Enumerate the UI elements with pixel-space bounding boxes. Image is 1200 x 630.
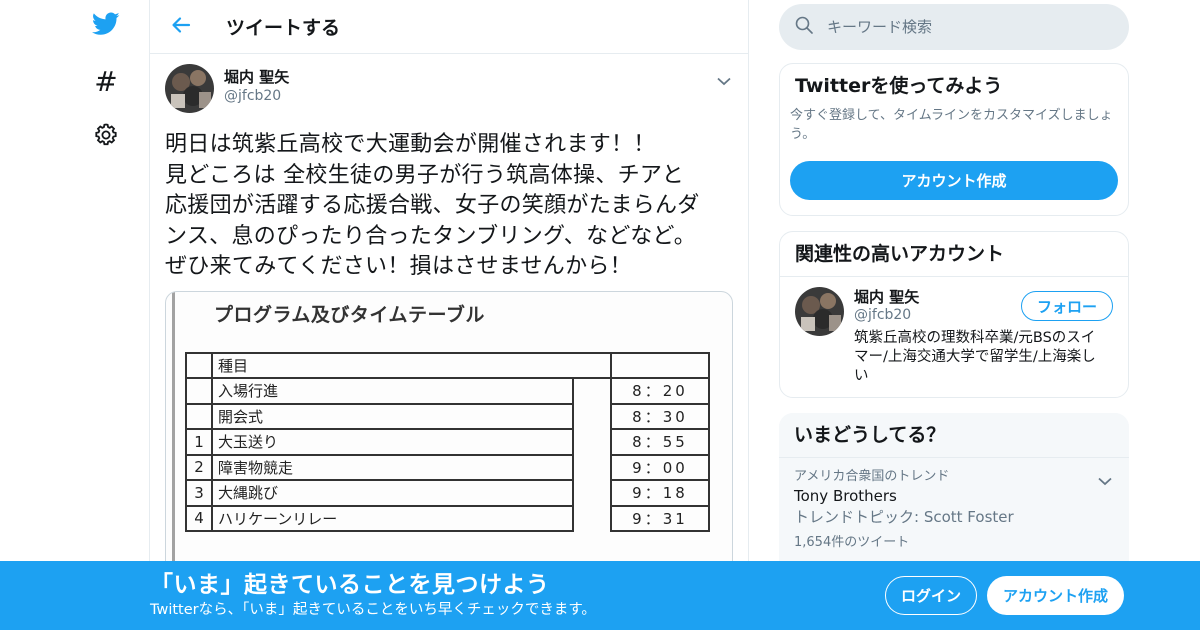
main-column: ツイートする 堀内 聖矢 @jfcb20 明日は筑紫丘高校で大運動会が開催されま… bbox=[149, 0, 749, 630]
follow-button[interactable]: フォロー bbox=[1021, 291, 1113, 321]
page-title: ツイートする bbox=[226, 17, 341, 39]
avatar[interactable] bbox=[795, 287, 844, 336]
related-account-name[interactable]: 堀内 聖矢 bbox=[854, 286, 919, 307]
tweet-text-line: 明日は筑紫丘高校で大運動会が開催されます！！ bbox=[165, 132, 656, 157]
timetable-title: プログラム及びタイムテーブル bbox=[214, 303, 485, 326]
tweet-text-line: ンス、息のぴったり合ったタンブリング、などなど。 bbox=[165, 223, 697, 249]
table-row: 1 大玉送り 8：55 bbox=[185, 428, 710, 456]
gear-icon bbox=[94, 123, 118, 151]
tweet-text-line: 見どころは 全校生徒の男子が行う筑高体操、チアと bbox=[165, 162, 685, 188]
author-info: 堀内 聖矢 @jfcb20 bbox=[224, 64, 289, 106]
signup-card-description: 今すぐ登録して、タイムラインをカスタマイズしましょう。 bbox=[790, 108, 1113, 142]
table-row: 開会式 8：30 bbox=[185, 402, 710, 430]
signup-button[interactable]: アカウント作成 bbox=[987, 576, 1124, 615]
chevron-down-icon bbox=[717, 71, 731, 90]
tweet-text-line: 応援団が活躍する応援合戦、女子の笑顔がたまらんダ bbox=[165, 193, 700, 218]
trends-title: いまどうしてる？ bbox=[779, 413, 1129, 457]
page: # ツイートする 堀内 聖矢 @jfcb20 明日は筑紫丘高校で大運動会が開催さ… bbox=[0, 0, 1200, 630]
back-arrow-icon bbox=[171, 15, 191, 39]
related-account-bio: 筑紫丘高校の理数科卒業/元BSのスイマー/上海交通大学で留学生/上海楽しい bbox=[854, 330, 1096, 384]
settings-button[interactable] bbox=[84, 115, 128, 159]
tweet-text-line: ぜひ来てみてください！損はさせませんから！ bbox=[165, 254, 632, 279]
table-header-event: 種目 bbox=[211, 351, 612, 379]
related-accounts-card: 関連性の高いアカウント 堀内 聖矢 @jfcb20 フォロー 筑紫丘高校の理数科… bbox=[779, 231, 1129, 398]
login-button[interactable]: ログイン bbox=[885, 576, 977, 615]
trend-item[interactable]: アメリカ合衆国のトレンド Tony Brothers トレンドトピック: Sco… bbox=[779, 457, 1129, 562]
table-row: 2 障害物競走 9：00 bbox=[185, 453, 710, 481]
tweet-text: 明日は筑紫丘高校で大運動会が開催されます！！ 見どころは 全校生徒の男子が行う筑… bbox=[165, 130, 735, 283]
explore-button[interactable]: # bbox=[84, 60, 128, 104]
chevron-down-icon bbox=[1098, 471, 1112, 490]
trend-topic: トレンドトピック: Scott Foster bbox=[794, 508, 1014, 526]
table-row: 3 大縄跳び 9：18 bbox=[185, 479, 710, 507]
related-account-handle[interactable]: @jfcb20 bbox=[854, 307, 911, 323]
avatar[interactable] bbox=[165, 64, 214, 113]
author-name[interactable]: 堀内 聖矢 bbox=[224, 68, 289, 86]
related-card-title: 関連性の高いアカウント bbox=[795, 243, 1005, 265]
signup-card-title: Twitterを使ってみよう bbox=[795, 75, 1003, 97]
main-header: ツイートする bbox=[150, 0, 748, 54]
back-button[interactable] bbox=[168, 14, 194, 40]
tweet-author: 堀内 聖矢 @jfcb20 bbox=[165, 64, 733, 114]
tweet: 堀内 聖矢 @jfcb20 明日は筑紫丘高校で大運動会が開催されます！！ 見どこ… bbox=[150, 54, 748, 581]
hashtag-icon: # bbox=[94, 65, 118, 98]
author-handle[interactable]: @jfcb20 bbox=[224, 86, 289, 106]
table-row: 入場行進 8：20 bbox=[185, 377, 710, 405]
trend-name: Tony Brothers bbox=[794, 487, 897, 505]
search-box[interactable] bbox=[779, 4, 1129, 50]
create-account-button[interactable]: アカウント作成 bbox=[790, 161, 1118, 200]
twitter-bird-icon bbox=[91, 12, 120, 40]
search-input[interactable] bbox=[827, 18, 1087, 36]
timetable: 種目 入場行進 8：20 開会式 8：30 1 大玉送り 8：55 2 障害物競… bbox=[185, 351, 710, 533]
bottom-bar-headline: 「いま」起きていることを見つけよう bbox=[150, 572, 550, 598]
trend-count: 1,654件のツイート bbox=[794, 535, 910, 550]
bottom-signup-bar: 「いま」起きていることを見つけよう Twitterなら、「いま」起きていることを… bbox=[0, 561, 1200, 630]
tweet-menu-button[interactable] bbox=[714, 70, 734, 90]
trend-menu-button[interactable] bbox=[1095, 470, 1115, 490]
search-icon bbox=[795, 16, 813, 38]
twitter-logo-link[interactable] bbox=[84, 4, 128, 48]
tweet-image[interactable]: プログラム及びタイムテーブル 種目 入場行進 8：20 開会式 8：30 1 大… bbox=[165, 290, 733, 581]
related-account[interactable]: 堀内 聖矢 @jfcb20 フォロー 筑紫丘高校の理数科卒業/元BSのスイマー/… bbox=[780, 277, 1128, 397]
signup-card: Twitterを使ってみよう 今すぐ登録して、タイムラインをカスタマイズしましょ… bbox=[779, 63, 1129, 216]
bottom-bar-subtext: Twitterなら、「いま」起きていることをいち早くチェックできます。 bbox=[150, 602, 596, 618]
scan-edge bbox=[172, 291, 175, 580]
table-row: 種目 bbox=[185, 351, 710, 379]
table-row: 4 ハリケーンリレー 9：31 bbox=[185, 504, 710, 532]
trend-context: アメリカ合衆国のトレンド bbox=[794, 469, 950, 484]
